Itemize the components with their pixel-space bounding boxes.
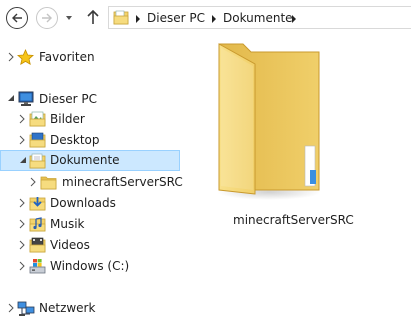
content-item-label: minecraftServerSRC [233,213,354,227]
videos-folder-icon [29,237,46,253]
tree-item-bilder[interactable]: Bilder [0,109,180,130]
chevron-right-icon[interactable] [8,52,14,62]
address-bar[interactable]: Dieser PC Dokumente [108,6,411,29]
breadcrumb-separator-icon[interactable] [211,15,217,23]
chevron-right-icon[interactable] [19,261,25,271]
tree-item-label: Musik [50,217,85,231]
tree-item-label: Dokumente [50,153,120,167]
chevron-right-icon[interactable] [19,114,25,124]
tree-item-musik[interactable]: Musik [0,214,180,235]
computer-icon [18,91,34,106]
breadcrumb-separator-icon[interactable] [135,15,141,23]
pictures-folder-icon [29,111,46,127]
documents-folder-icon [113,10,129,25]
chevron-expanded-icon[interactable] [7,94,15,102]
tree-item-label: Dieser PC [39,92,97,106]
content-item-minecraftserversrc[interactable]: minecraftServerSRC [205,38,355,234]
chevron-down-icon [66,16,72,20]
folder-icon [40,176,57,190]
chevron-right-icon[interactable] [30,177,36,187]
tree-item-label: Downloads [50,196,116,210]
back-button[interactable] [6,7,28,29]
tree-item-downloads[interactable]: Downloads [0,193,180,214]
chevron-right-icon[interactable] [8,303,14,313]
documents-folder-icon [29,153,46,169]
tree-item-favoriten[interactable]: Favoriten [0,47,180,68]
tree-item-minecraftserversrc[interactable]: minecraftServerSRC [0,172,183,193]
downloads-folder-icon [29,197,46,211]
tree-item-label: Bilder [50,112,85,126]
up-button[interactable] [86,9,100,28]
tree-item-label: Desktop [50,133,100,147]
folder-icon [217,43,321,200]
forward-button[interactable] [36,7,58,29]
chevron-right-icon[interactable] [19,219,25,229]
chevron-right-icon[interactable] [19,135,25,145]
network-icon [17,301,35,316]
breadcrumb-separator-icon[interactable] [291,15,297,23]
star-icon [17,49,34,66]
chevron-expanded-icon[interactable] [19,156,27,164]
chevron-right-icon[interactable] [19,198,25,208]
arrow-left-icon [12,13,22,23]
chevron-right-icon[interactable] [19,240,25,250]
breadcrumb-item-dokumente[interactable]: Dokumente [223,11,293,25]
tree-item-label: minecraftServerSRC [62,175,183,189]
tree-item-netzwerk[interactable]: Netzwerk [0,298,180,319]
arrow-up-icon [87,9,99,24]
arrow-right-icon [42,13,52,23]
tree-item-videos[interactable]: Videos [0,235,180,256]
tree-item-windows-c[interactable]: Windows (C:) [0,256,180,277]
recent-locations-button[interactable] [64,12,74,26]
tree-item-label: Windows (C:) [50,259,130,273]
tree-item-label: Favoriten [39,50,95,64]
tree-item-dieser-pc[interactable]: Dieser PC [0,89,180,110]
tree-item-desktop[interactable]: Desktop [0,130,180,151]
drive-icon [29,259,46,274]
music-folder-icon [29,217,46,232]
tree-item-dokumente[interactable]: Dokumente [0,150,180,171]
desktop-folder-icon [29,132,46,148]
breadcrumb-item-dieser-pc[interactable]: Dieser PC [147,11,205,25]
tree-item-label: Netzwerk [39,301,96,315]
tree-item-label: Videos [50,238,90,252]
